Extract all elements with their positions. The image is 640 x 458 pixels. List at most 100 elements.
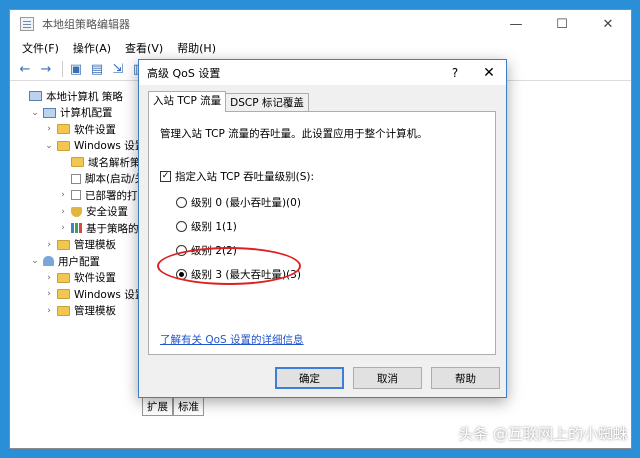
computer-icon: [29, 91, 42, 102]
tree-expander-icon[interactable]: ›: [44, 273, 54, 283]
tab-standard[interactable]: 标准: [173, 398, 204, 416]
radio-button[interactable]: [176, 197, 187, 208]
bars-icon: [71, 223, 82, 234]
tab-inbound-tcp[interactable]: 入站 TCP 流量: [148, 91, 227, 112]
tree-item[interactable]: › 安全设置: [16, 204, 156, 221]
folder-icon: [57, 140, 70, 151]
watermark: 头条 @互联网上的小蜘蛛: [458, 425, 628, 443]
tree-item[interactable]: › 已部署的打印: [16, 187, 156, 204]
tree-item-label: Windows 设置: [74, 140, 146, 153]
tree-item-label: 软件设置: [74, 123, 116, 136]
folder-icon: [57, 272, 70, 283]
dialog-title: 高级 QoS 设置: [147, 66, 221, 80]
tab-extended[interactable]: 扩展: [142, 398, 173, 416]
tree-item-label: 管理模板: [74, 239, 116, 252]
minimize-button[interactable]: —: [493, 10, 539, 38]
folder-icon: [57, 124, 70, 135]
tree-expander-icon[interactable]: ⌄: [44, 141, 54, 151]
tree-item[interactable]: ⌄ 计算机配置: [16, 105, 156, 122]
tab-dscp-override[interactable]: DSCP 标记覆盖: [225, 93, 309, 112]
tree-item[interactable]: › 管理模板: [16, 237, 156, 254]
policy-editor-icon: [20, 17, 34, 31]
tree-item[interactable]: ⌄ 用户配置: [16, 253, 156, 270]
specify-throughput-label: 指定入站 TCP 吞吐量级别(S):: [175, 171, 315, 183]
tree-item[interactable]: › 软件设置: [16, 270, 156, 287]
specify-throughput-checkbox[interactable]: ✓: [160, 171, 171, 182]
folder-icon: [57, 239, 70, 250]
close-button[interactable]: ✕: [585, 10, 631, 38]
tree-item-label: 安全设置: [86, 206, 128, 219]
tree-item[interactable]: › 软件设置: [16, 121, 156, 138]
radio-button[interactable]: [176, 245, 187, 256]
up-folder-icon[interactable]: ▣: [67, 60, 85, 78]
tree-item-label: 脚本(启动/关: [85, 173, 146, 186]
back-arrow-icon[interactable]: ←: [16, 60, 34, 78]
help-question-icon[interactable]: ?: [438, 66, 472, 80]
computer-icon: [43, 107, 56, 118]
policy-tree: 本地计算机 策略 ⌄ 计算机配置 › 软件设置 ⌄ Windows 设置 域名解析策略 脚本(启…: [16, 88, 156, 319]
tree-item[interactable]: › Windows 设置: [16, 286, 156, 303]
main-window-title: 本地组策略编辑器: [42, 18, 130, 31]
tree-item-label: 本地计算机 策略: [46, 90, 123, 103]
user-icon: [43, 256, 54, 267]
maximize-button[interactable]: ☐: [539, 10, 585, 38]
export-list-icon[interactable]: ⇲: [109, 60, 127, 78]
radio-label: 级别 1(1): [191, 221, 237, 233]
dialog-tabs: 入站 TCP 流量 DSCP 标记覆盖: [148, 91, 309, 112]
advanced-qos-dialog: 高级 QoS 设置 ? ✕ 入站 TCP 流量 DSCP 标记覆盖 管理入站 T…: [138, 59, 507, 398]
tree-expander-icon[interactable]: ⌄: [30, 256, 40, 266]
menu-help[interactable]: 帮助(H): [177, 40, 216, 56]
folder-icon: [57, 289, 70, 300]
radio-button[interactable]: [176, 221, 187, 232]
folder-icon: [57, 305, 70, 316]
radio-button-selected[interactable]: [176, 269, 187, 280]
tree-expander-icon[interactable]: ›: [58, 190, 68, 200]
radio-level-0[interactable]: 级别 0 (最小吞吐量)(0): [176, 195, 301, 210]
tree-item-label: 软件设置: [74, 272, 116, 285]
radio-level-3[interactable]: 级别 3 (最大吞吐量)(3): [176, 267, 301, 282]
tree-expander-icon[interactable]: ›: [44, 306, 54, 316]
tree-expander-icon[interactable]: ›: [44, 289, 54, 299]
tree-item-label: Windows 设置: [74, 288, 146, 301]
tree-expander-icon[interactable]: ›: [58, 207, 68, 217]
tree-item-label: 管理模板: [74, 305, 116, 318]
menu-file[interactable]: 文件(F): [22, 40, 59, 56]
tree-item-label: 基于策略的: [86, 222, 139, 235]
radio-level-1[interactable]: 级别 1(1): [176, 219, 237, 234]
menu-action[interactable]: 操作(A): [73, 40, 111, 56]
specify-throughput-checkbox-row[interactable]: ✓ 指定入站 TCP 吞吐量级别(S):: [160, 169, 314, 184]
radio-label: 级别 2(2): [191, 245, 237, 257]
radio-label: 级别 3 (最大吞吐量)(3): [191, 269, 301, 281]
menubar: 文件(F) 操作(A) 查看(V) 帮助(H): [10, 38, 631, 58]
radio-label: 级别 0 (最小吞吐量)(0): [191, 197, 301, 209]
doc-icon: [71, 173, 81, 184]
tree-item[interactable]: › 管理模板: [16, 303, 156, 320]
window-controls: — ☐ ✕: [493, 10, 631, 38]
main-titlebar: 本地组策略编辑器 — ☐ ✕: [10, 10, 631, 38]
folder-icon: [71, 157, 84, 168]
tree-item[interactable]: › 基于策略的: [16, 220, 156, 237]
tree-expander-icon[interactable]: ›: [44, 240, 54, 250]
inbound-tcp-panel: 管理入站 TCP 流量的吞吐量。此设置应用于整个计算机。 ✓ 指定入站 TCP …: [148, 111, 496, 355]
help-button[interactable]: 帮助: [431, 367, 500, 389]
doc-icon: [71, 190, 81, 201]
tree-expander-icon[interactable]: ⌄: [30, 108, 40, 118]
ok-button[interactable]: 确定: [275, 367, 344, 389]
radio-level-2[interactable]: 级别 2(2): [176, 243, 237, 258]
tree-item[interactable]: 本地计算机 策略: [16, 88, 156, 105]
menu-view[interactable]: 查看(V): [125, 40, 163, 56]
panel-description: 管理入站 TCP 流量的吞吐量。此设置应用于整个计算机。: [160, 128, 428, 140]
tree-item[interactable]: 域名解析策略: [16, 154, 156, 171]
tree-item-label: 用户配置: [58, 255, 100, 268]
tree-expander-icon[interactable]: ›: [44, 124, 54, 134]
show-hide-tree-icon[interactable]: ▤: [88, 60, 106, 78]
tree-item-label: 计算机配置: [60, 107, 113, 120]
tree-expander-icon[interactable]: ›: [58, 223, 68, 233]
dialog-titlebar: 高级 QoS 设置 ? ✕: [139, 60, 506, 85]
tree-item[interactable]: ⌄ Windows 设置: [16, 138, 156, 155]
forward-arrow-icon[interactable]: →: [37, 60, 55, 78]
tree-item[interactable]: 脚本(启动/关: [16, 171, 156, 188]
cancel-button[interactable]: 取消: [353, 367, 422, 389]
qos-info-link[interactable]: 了解有关 QoS 设置的详细信息: [160, 332, 304, 347]
dialog-close-icon[interactable]: ✕: [472, 65, 506, 81]
